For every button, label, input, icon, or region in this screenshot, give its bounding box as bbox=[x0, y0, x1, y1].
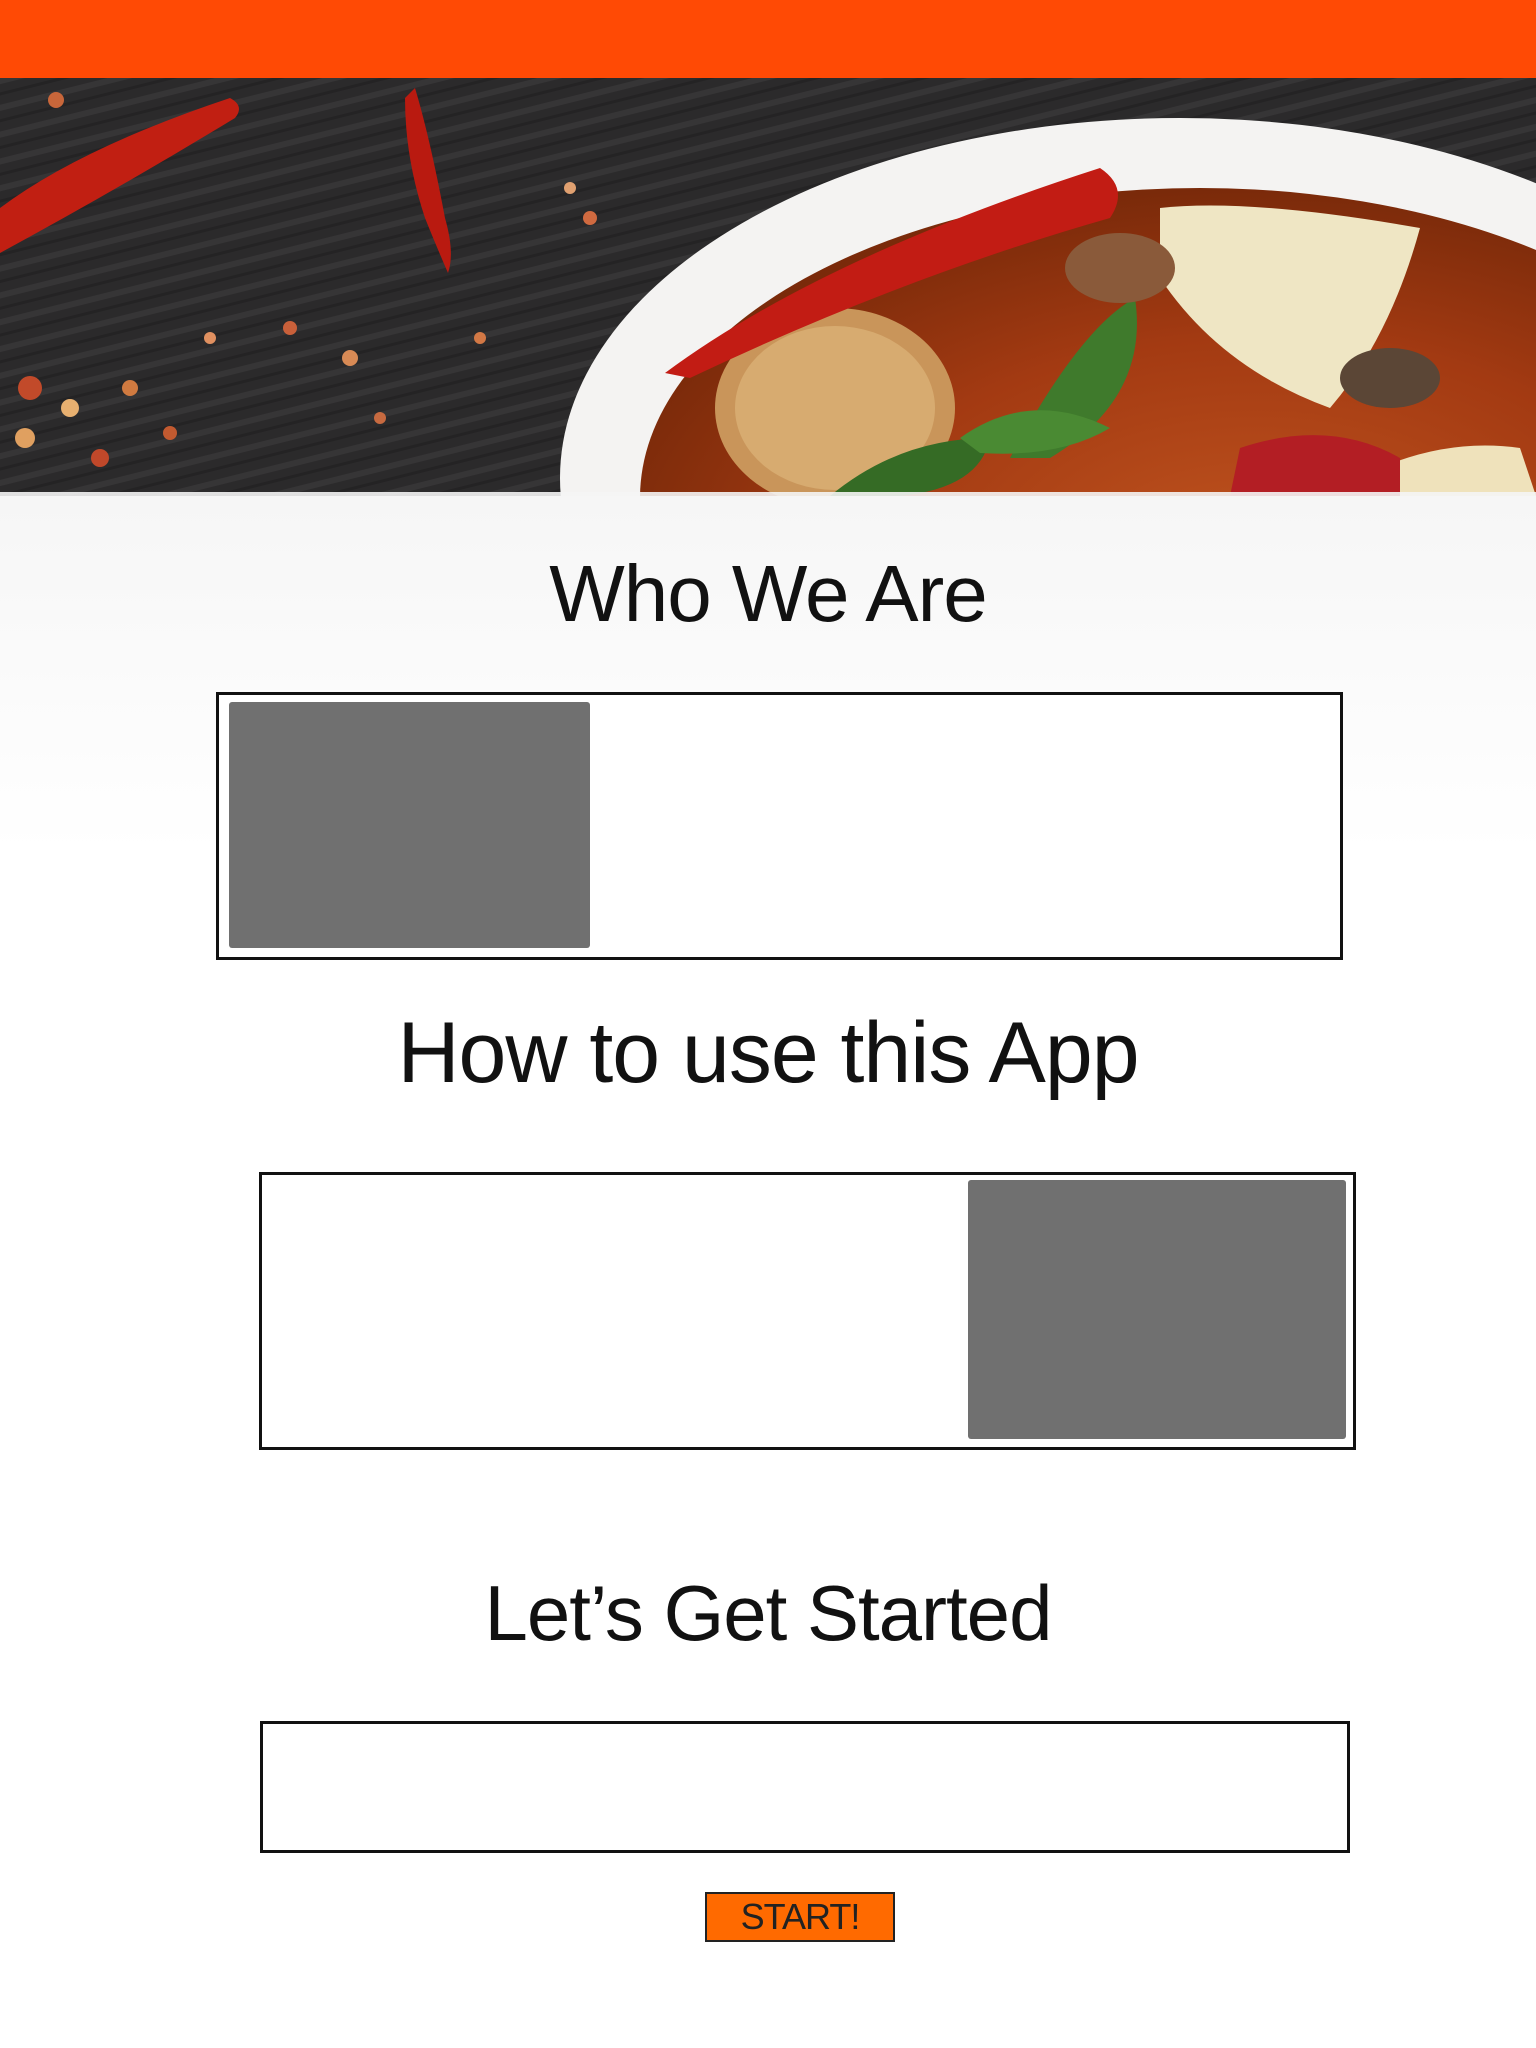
who-we-are-image-placeholder bbox=[229, 702, 590, 948]
how-to-use-image-placeholder bbox=[968, 1180, 1346, 1439]
hero-food-image bbox=[0, 78, 1536, 496]
get-started-panel bbox=[260, 1721, 1350, 1853]
section-title-how-to-use: How to use this App bbox=[397, 1005, 1139, 1101]
top-accent-bar bbox=[0, 0, 1536, 80]
section-title-get-started: Let’s Get Started bbox=[484, 1569, 1053, 1657]
section-title-who-we-are: Who We Are bbox=[549, 549, 988, 638]
start-button[interactable]: START! bbox=[705, 1892, 895, 1942]
